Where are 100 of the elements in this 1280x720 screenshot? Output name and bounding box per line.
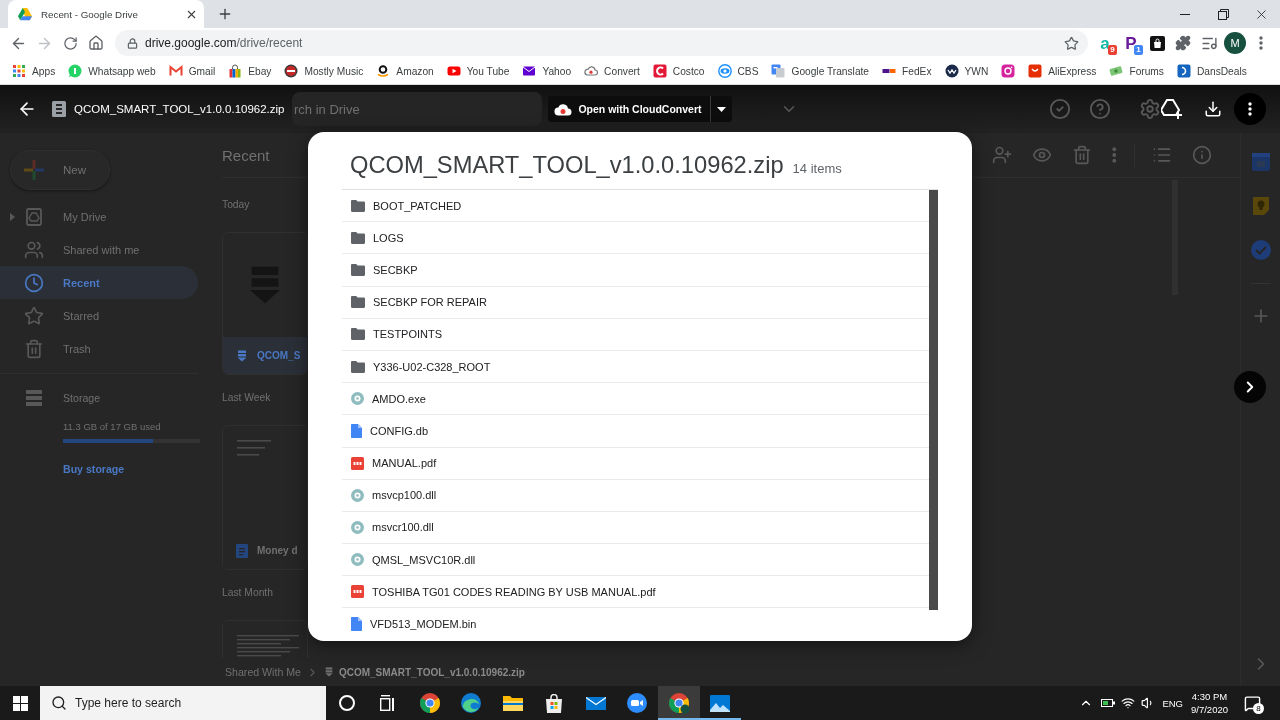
folder-icon <box>351 360 365 373</box>
check-circle-icon[interactable] <box>1049 98 1071 120</box>
file-title: QCOM_SMART_TOOL_v1.0.0.10962.zip <box>74 103 285 115</box>
storage-bars-icon <box>24 389 44 407</box>
disc-icon <box>351 520 364 534</box>
taskbar-app-button[interactable] <box>658 686 700 720</box>
file-row[interactable]: SECBKP FOR REPAIR <box>342 286 929 319</box>
bookmark-link[interactable]: CBS <box>711 60 765 82</box>
archive-title: QCOM_SMART_TOOL_v1.0.0.10962.zip <box>350 151 784 179</box>
bookmark-link[interactable]: Mostly Music <box>278 60 370 82</box>
ring-icon <box>338 695 355 711</box>
bookmark-link[interactable]: Forums <box>1103 60 1170 82</box>
bookmark-link[interactable]: AliExpress <box>1022 60 1103 82</box>
apps-grid-icon <box>12 64 26 78</box>
bookmark-link[interactable]: Apps <box>6 60 62 82</box>
task-view-icon <box>380 695 397 711</box>
folder-icon <box>351 296 365 309</box>
bookmark-link[interactable]: Costco <box>646 60 711 82</box>
tricolor-circle-icon <box>418 692 441 714</box>
file-row[interactable]: MANUAL.pdf <box>342 447 929 480</box>
record-disc-icon <box>284 64 299 78</box>
home-icon <box>88 35 104 51</box>
bookmark-link[interactable]: Amazon <box>370 60 440 82</box>
document-icon <box>236 543 248 558</box>
notification-button[interactable]: 8 <box>1232 686 1272 720</box>
language-button[interactable]: ENG <box>1158 686 1187 720</box>
folder-icon <box>351 199 365 212</box>
triangle-logo-icon <box>18 7 32 21</box>
bookmark-link[interactable]: Ebay <box>222 60 278 82</box>
play-button-icon <box>446 64 461 78</box>
taskbar-search-field[interactable]: Type here to search <box>40 686 326 720</box>
document-thumbnail-drawing <box>237 635 299 658</box>
open-with-button[interactable]: Open with CloudConvert <box>548 96 710 122</box>
trash-icon <box>24 338 44 359</box>
download-icon <box>1204 100 1222 118</box>
folder-icon <box>351 263 365 276</box>
next-button[interactable] <box>1234 371 1266 403</box>
chat-bubble-icon <box>68 64 83 78</box>
camera-icon <box>1001 64 1016 78</box>
file-row[interactable]: msvcr100.dll <box>342 511 929 545</box>
file-row[interactable]: VFD513_MODEM.bin <box>342 608 929 633</box>
zip-file-icon <box>236 349 248 362</box>
envelope-icon <box>522 64 537 78</box>
puzzle-icon <box>1175 35 1191 51</box>
scrollbar-thumb[interactable] <box>929 190 938 610</box>
wifi-icon <box>1121 696 1136 710</box>
profile-avatar[interactable]: M <box>1224 32 1246 54</box>
storage-usage-text: 11.3 GB of 17 GB used <box>63 421 162 432</box>
more-icon <box>1248 102 1252 116</box>
extension-badge: 1 <box>1134 45 1143 55</box>
file-row[interactable]: SECBKP <box>342 254 929 287</box>
file-row[interactable]: Y336-U02-C328_ROOT <box>342 350 929 384</box>
shopping-bag-icon <box>1149 35 1165 51</box>
bookmark-link[interactable]: FedEx <box>876 60 938 82</box>
windows-logo-icon <box>12 695 28 711</box>
check-circle-icon[interactable] <box>1249 239 1272 261</box>
bookmark-link[interactable]: Gmail <box>162 60 222 82</box>
caret-icon <box>716 106 726 112</box>
browser-tab[interactable]: Recent - Google Drive <box>8 0 204 28</box>
disc-icon <box>351 553 364 567</box>
envelope-icon <box>168 64 183 78</box>
bookmark-link[interactable]: You Tube <box>440 60 516 82</box>
url-text: drive.google.com/drive/recent <box>145 36 303 50</box>
file-row[interactable]: TOSHIBA TG01 CODES READING BY USB MANUAL.pdf <box>342 576 929 609</box>
file-row[interactable]: TESTPOINTS <box>342 318 929 351</box>
breadcrumb-link[interactable]: QCOM_SMART_TOOL_v1.0.0.10962.zip <box>338 666 525 678</box>
minimize-icon <box>1180 13 1190 15</box>
lock-icon <box>127 37 138 49</box>
star-icon <box>24 305 44 326</box>
bookmark-link[interactable]: YWN <box>938 60 995 82</box>
folder-icon <box>351 231 365 244</box>
add-to-drive-button[interactable] <box>1160 97 1184 121</box>
bookmark-link[interactable]: Yahoo <box>516 60 578 82</box>
disc-icon <box>351 488 364 502</box>
star-icon[interactable] <box>1064 35 1079 51</box>
zip-file-icon <box>52 101 66 117</box>
document-icon <box>351 423 362 438</box>
page-title: Recent <box>222 146 270 164</box>
file-row[interactable]: msvcp100.dll <box>342 479 929 512</box>
pdf-file-icon <box>351 585 364 599</box>
file-name: QCOM_S <box>257 350 301 361</box>
bookmark-link[interactable]: DansDeals <box>1170 60 1253 82</box>
bookmark-link[interactable]: Convert <box>578 60 646 82</box>
bookmark-link[interactable]: Google Translate <box>765 60 876 82</box>
help-icon[interactable] <box>1089 98 1111 120</box>
search-icon <box>51 695 67 711</box>
curve-tile-icon <box>652 64 667 78</box>
mountain-picture-icon <box>710 694 731 712</box>
open-options-button[interactable] <box>709 96 732 122</box>
file-row[interactable]: QMSL_MSVC10R.dll <box>342 544 929 577</box>
folder-icon <box>502 695 523 711</box>
file-row[interactable]: BOOT_PATCHED <box>342 190 929 223</box>
bookmark-link[interactable]: Whatsapp web <box>62 60 162 82</box>
address-bar[interactable]: drive.google.com/drive/recent <box>115 30 1088 56</box>
file-row[interactable]: AMDO.exe <box>342 383 929 416</box>
clock-icon <box>24 272 44 293</box>
file-row[interactable]: CONFIG.db <box>342 415 929 448</box>
clock-button[interactable]: 4:30 PM 9/7/2020 <box>1187 686 1232 720</box>
cloud-icon <box>584 64 599 78</box>
file-row[interactable]: LOGS <box>342 222 929 255</box>
